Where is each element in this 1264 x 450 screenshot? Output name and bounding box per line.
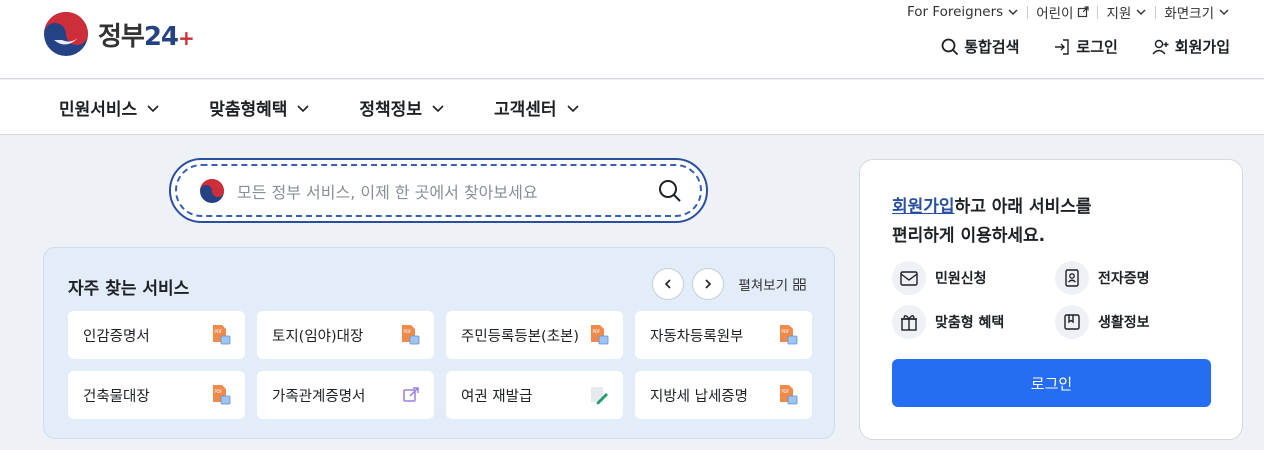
search-input[interactable]: 모든 정부 서비스, 이제 한 곳에서 찾아보세요 — [237, 179, 658, 203]
document-pdf-icon: PDF — [780, 325, 798, 345]
frequent-services-title: 자주 찾는 서비스 — [68, 279, 190, 299]
chevron-right-icon — [705, 279, 712, 289]
signup-inline-link[interactable]: 회원가입 — [892, 197, 955, 217]
external-link-icon — [1078, 6, 1090, 18]
document-pdf-icon: PDF — [591, 325, 609, 345]
login-icon — [1055, 38, 1070, 55]
service-card-land-register[interactable]: 토지(임야)대장 PDF — [257, 311, 434, 359]
util-for-foreigners[interactable]: For Foreigners — [899, 4, 1027, 20]
svg-text:PDF: PDF — [782, 389, 790, 394]
taegeuk-logo-icon — [44, 12, 88, 56]
svg-text:PDF: PDF — [593, 329, 601, 334]
inbox-icon — [892, 261, 926, 295]
taegeuk-logo-icon — [200, 178, 224, 203]
service-e-certificate[interactable]: 전자증명 — [1055, 261, 1150, 295]
chevron-down-icon — [1008, 9, 1018, 15]
id-card-icon — [1055, 261, 1089, 295]
external-link-icon — [403, 387, 419, 402]
chevron-left-icon — [665, 279, 671, 289]
bookmark-icon — [1055, 305, 1089, 339]
site-logo[interactable]: 정부24+ — [42, 10, 195, 58]
util-support[interactable]: 지원 — [1098, 2, 1155, 22]
nav-policy-info[interactable]: 정책정보 — [359, 95, 446, 120]
document-pdf-icon: PDF — [780, 385, 798, 405]
next-button[interactable] — [692, 268, 725, 300]
search-icon — [941, 38, 959, 55]
svg-text:PDF: PDF — [215, 329, 223, 334]
svg-text:PDF: PDF — [782, 329, 790, 334]
svg-text:PDF: PDF — [215, 389, 223, 394]
signup-link[interactable]: 회원가입 — [1152, 36, 1230, 57]
login-panel: 회원가입하고 아래 서비스를 편리하게 이용하세요. 민원신청 전자증명 맞춤형… — [859, 159, 1243, 440]
nav-civil-services[interactable]: 민원서비스 — [59, 95, 161, 120]
chevron-down-icon — [432, 104, 444, 112]
frequent-services-grid: 인감증명서 PDF 토지(임야)대장 PDF 주민등록등본(초본) PDF 자동… — [68, 311, 812, 419]
nav-custom-benefits[interactable]: 맞춤형혜택 — [209, 95, 311, 120]
document-pdf-icon: PDF — [402, 325, 420, 345]
chevron-down-icon — [1136, 9, 1146, 15]
document-pdf-icon: PDF — [213, 385, 231, 405]
service-card-local-tax-certificate[interactable]: 지방세 납세증명 PDF — [635, 371, 812, 419]
chevron-down-icon — [1219, 9, 1229, 15]
util-kids[interactable]: 어린이 — [1028, 2, 1097, 22]
header-actions: 통합검색 로그인 회원가입 — [941, 36, 1230, 57]
util-screen-size[interactable]: 화면크기 — [1156, 2, 1238, 22]
utility-menu: For Foreigners 어린이 지원 화면크기 — [899, 2, 1238, 22]
chevron-down-icon — [566, 104, 579, 112]
logo-text: 정부24+ — [98, 21, 195, 52]
service-card-passport-reissue[interactable]: 여권 재발급 — [446, 371, 623, 419]
service-card-family-relations[interactable]: 가족관계증명서 — [257, 371, 434, 419]
expand-all-button[interactable]: 펼쳐보기 — [738, 274, 806, 294]
add-user-icon — [1152, 39, 1169, 54]
gift-icon — [892, 305, 926, 339]
frequent-services-panel: 자주 찾는 서비스 펼쳐보기 인감증명서 PDF 토지(임야)대장 PDF 주민… — [43, 247, 835, 439]
service-custom-benefits[interactable]: 맞춤형 혜택 — [892, 305, 1004, 339]
login-button[interactable]: 로그인 — [892, 359, 1211, 407]
chevron-down-icon — [147, 104, 159, 112]
chevron-down-icon — [297, 104, 309, 112]
service-card-vehicle-register[interactable]: 자동차등록원부 PDF — [635, 311, 812, 359]
service-card-seal-certificate[interactable]: 인감증명서 PDF — [68, 311, 245, 359]
login-link[interactable]: 로그인 — [1053, 36, 1118, 57]
integrated-search-button[interactable]: 통합검색 — [941, 36, 1019, 57]
search-icon[interactable] — [658, 179, 682, 203]
nav-customer-center[interactable]: 고객센터 — [494, 95, 581, 120]
header: 정부24+ For Foreigners 어린이 지원 화면크기 통합검색 로그… — [0, 0, 1264, 79]
main-search-box[interactable]: 모든 정부 서비스, 이제 한 곳에서 찾아보세요 — [169, 158, 708, 223]
service-life-info[interactable]: 생활정보 — [1055, 305, 1150, 339]
prev-button[interactable] — [652, 268, 685, 300]
service-civil-application[interactable]: 민원신청 — [892, 261, 987, 295]
login-panel-message: 회원가입하고 아래 서비스를 편리하게 이용하세요. — [892, 197, 1092, 246]
service-card-resident-registration[interactable]: 주민등록등본(초본) PDF — [446, 311, 623, 359]
frequent-services-controls: 펼쳐보기 — [652, 268, 806, 300]
document-pdf-icon: PDF — [213, 325, 231, 345]
edit-document-icon — [591, 387, 608, 405]
service-card-building-register[interactable]: 건축물대장 PDF — [68, 371, 245, 419]
svg-text:PDF: PDF — [404, 329, 412, 334]
main-nav: 민원서비스 맞춤형혜택 정책정보 고객센터 — [0, 80, 1264, 135]
grid-icon — [793, 278, 806, 290]
